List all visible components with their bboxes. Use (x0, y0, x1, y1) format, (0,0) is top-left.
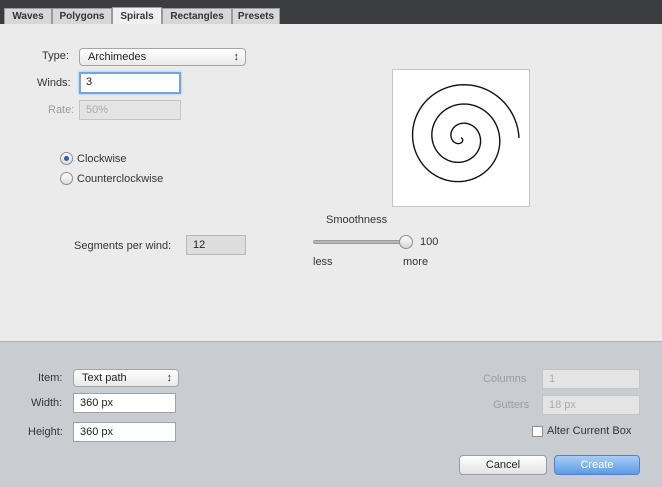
item-label: Item: (38, 372, 63, 384)
spiral-preview-svg (411, 84, 520, 183)
gutters-label: Gutters (493, 399, 530, 411)
tab-waves[interactable]: Waves (4, 8, 52, 24)
more-label: more (403, 256, 429, 268)
rate-input[interactable]: 50% (79, 100, 181, 120)
rate-label: Rate: (48, 104, 75, 116)
clockwise-radio[interactable] (60, 152, 73, 165)
tab-polygons[interactable]: Polygons (52, 8, 112, 24)
less-label: less (313, 256, 333, 268)
type-value: Archimedes (88, 51, 147, 63)
clockwise-label: Clockwise (77, 153, 127, 165)
columns-input[interactable]: 1 (542, 369, 640, 389)
spiral-settings-panel: Type: Archimedes ↕ Winds: 3 Rate: 50% Cl… (0, 24, 662, 341)
width-label: Width: (31, 397, 63, 409)
height-label: Height: (28, 426, 63, 438)
tab-spirals[interactable]: Spirals (112, 7, 162, 25)
item-value: Text path (82, 372, 127, 384)
spiral-curve (411, 84, 520, 183)
smoothness-value: 100 (420, 236, 439, 248)
segments-label: Segments per wind: (74, 240, 172, 252)
tab-rectangles[interactable]: Rectangles (162, 8, 232, 24)
counterclockwise-radio[interactable] (60, 172, 73, 185)
height-input[interactable]: 360 px (73, 422, 176, 442)
radio-selected-dot (64, 156, 69, 161)
smoothness-label: Smoothness (326, 214, 388, 226)
alter-current-box-label: Alter Current Box (547, 425, 632, 437)
winds-label: Winds: (37, 77, 71, 89)
item-settings-panel: Item: Text path ↕ Width: 360 px Height: … (0, 341, 662, 487)
spiral-preview (392, 69, 530, 207)
updown-arrows-icon: ↕ (233, 51, 240, 63)
smoothness-slider-track[interactable] (313, 240, 409, 244)
width-input[interactable]: 360 px (73, 393, 176, 413)
tab-bar: Waves Polygons Spirals Rectangles Preset… (0, 0, 662, 25)
item-select[interactable]: Text path ↕ (73, 369, 179, 387)
alter-current-box-checkbox[interactable] (532, 426, 543, 437)
columns-label: Columns (483, 373, 527, 385)
cancel-button[interactable]: Cancel (459, 455, 547, 475)
tab-presets[interactable]: Presets (232, 8, 280, 24)
segments-input[interactable]: 12 (186, 235, 246, 255)
smoothness-slider-knob[interactable] (399, 235, 413, 249)
winds-input[interactable]: 3 (79, 72, 181, 94)
type-label: Type: (42, 50, 69, 62)
counterclockwise-label: Counterclockwise (77, 173, 164, 185)
create-button[interactable]: Create (554, 455, 640, 475)
gutters-input[interactable]: 18 px (542, 395, 640, 415)
type-select[interactable]: Archimedes ↕ (79, 48, 246, 66)
updown-arrows-icon: ↕ (166, 372, 173, 384)
